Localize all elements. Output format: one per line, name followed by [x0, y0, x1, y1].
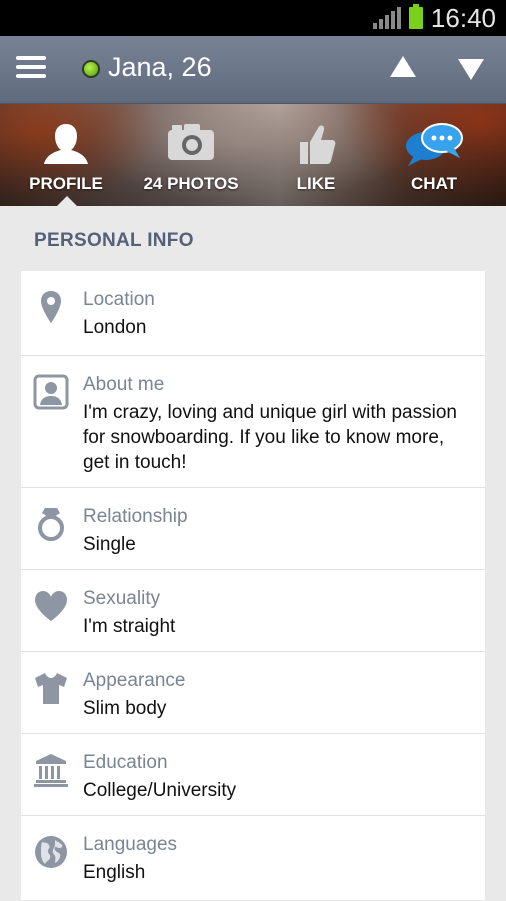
row-value: I'm crazy, loving and unique girl with p… — [83, 402, 457, 473]
signal-icon — [372, 7, 401, 29]
next-profile-icon[interactable] — [458, 59, 484, 80]
chat-bubbles-icon — [406, 123, 463, 166]
menu-icon[interactable] — [16, 56, 46, 82]
tab-profile[interactable]: PROFILE — [3, 104, 129, 206]
camera-icon — [168, 124, 214, 160]
location-pin-icon — [41, 291, 61, 323]
profile-photo-banner: PROFILE 24 PHOTOS LIKE CHAT — [0, 104, 506, 206]
tab-label: PROFILE — [29, 174, 103, 193]
row-value: Slim body — [83, 698, 167, 719]
info-row-languages: Languages English — [21, 815, 485, 901]
row-label: Education — [83, 752, 168, 773]
active-tab-pointer — [56, 196, 78, 207]
tab-label: 24 PHOTOS — [143, 174, 239, 193]
personal-info-list: Location London About me I'm crazy, lovi… — [21, 271, 485, 900]
info-row-location: Location London — [21, 271, 485, 355]
globe-icon — [35, 836, 67, 868]
tab-chat[interactable]: CHAT — [371, 104, 497, 206]
row-value: I'm straight — [83, 616, 176, 637]
clock: 16:40 — [430, 2, 496, 33]
app-bar: Jana, 26 — [0, 36, 506, 104]
row-value: London — [83, 317, 147, 338]
profile-silhouette-icon — [44, 124, 88, 164]
row-value: College/University — [83, 780, 237, 801]
row-label: About me — [83, 374, 165, 395]
previous-profile-icon[interactable] — [390, 56, 416, 77]
heart-icon — [35, 591, 67, 621]
tab-label: LIKE — [296, 174, 336, 193]
row-label: Appearance — [83, 670, 186, 691]
info-row-about-me: About me I'm crazy, loving and unique gi… — [21, 355, 485, 488]
info-row-relationship: Relationship Single — [21, 487, 485, 570]
online-status-icon — [82, 60, 100, 78]
tab-like[interactable]: LIKE — [253, 104, 379, 206]
row-label: Sexuality — [83, 588, 161, 609]
t-shirt-icon — [35, 673, 67, 704]
profile-title: Jana, 26 — [108, 52, 212, 82]
thumbs-up-icon — [300, 125, 336, 164]
info-row-sexuality: Sexuality I'm straight — [21, 569, 485, 652]
status-bar: 16:40 — [0, 0, 506, 36]
row-value: Single — [83, 534, 136, 555]
tab-photos[interactable]: 24 PHOTOS — [128, 104, 254, 206]
section-title: PERSONAL INFO — [34, 230, 194, 251]
tab-label: CHAT — [411, 174, 457, 193]
row-label: Relationship — [83, 506, 188, 527]
row-label: Languages — [83, 834, 178, 855]
row-value: English — [83, 862, 146, 883]
portrait-icon — [33, 374, 69, 410]
info-row-education: Education College/University — [21, 733, 485, 816]
institution-icon — [34, 754, 68, 787]
battery-icon — [408, 4, 423, 29]
ring-icon — [38, 508, 64, 541]
info-row-appearance: Appearance Slim body — [21, 651, 485, 734]
row-label: Location — [83, 289, 155, 310]
